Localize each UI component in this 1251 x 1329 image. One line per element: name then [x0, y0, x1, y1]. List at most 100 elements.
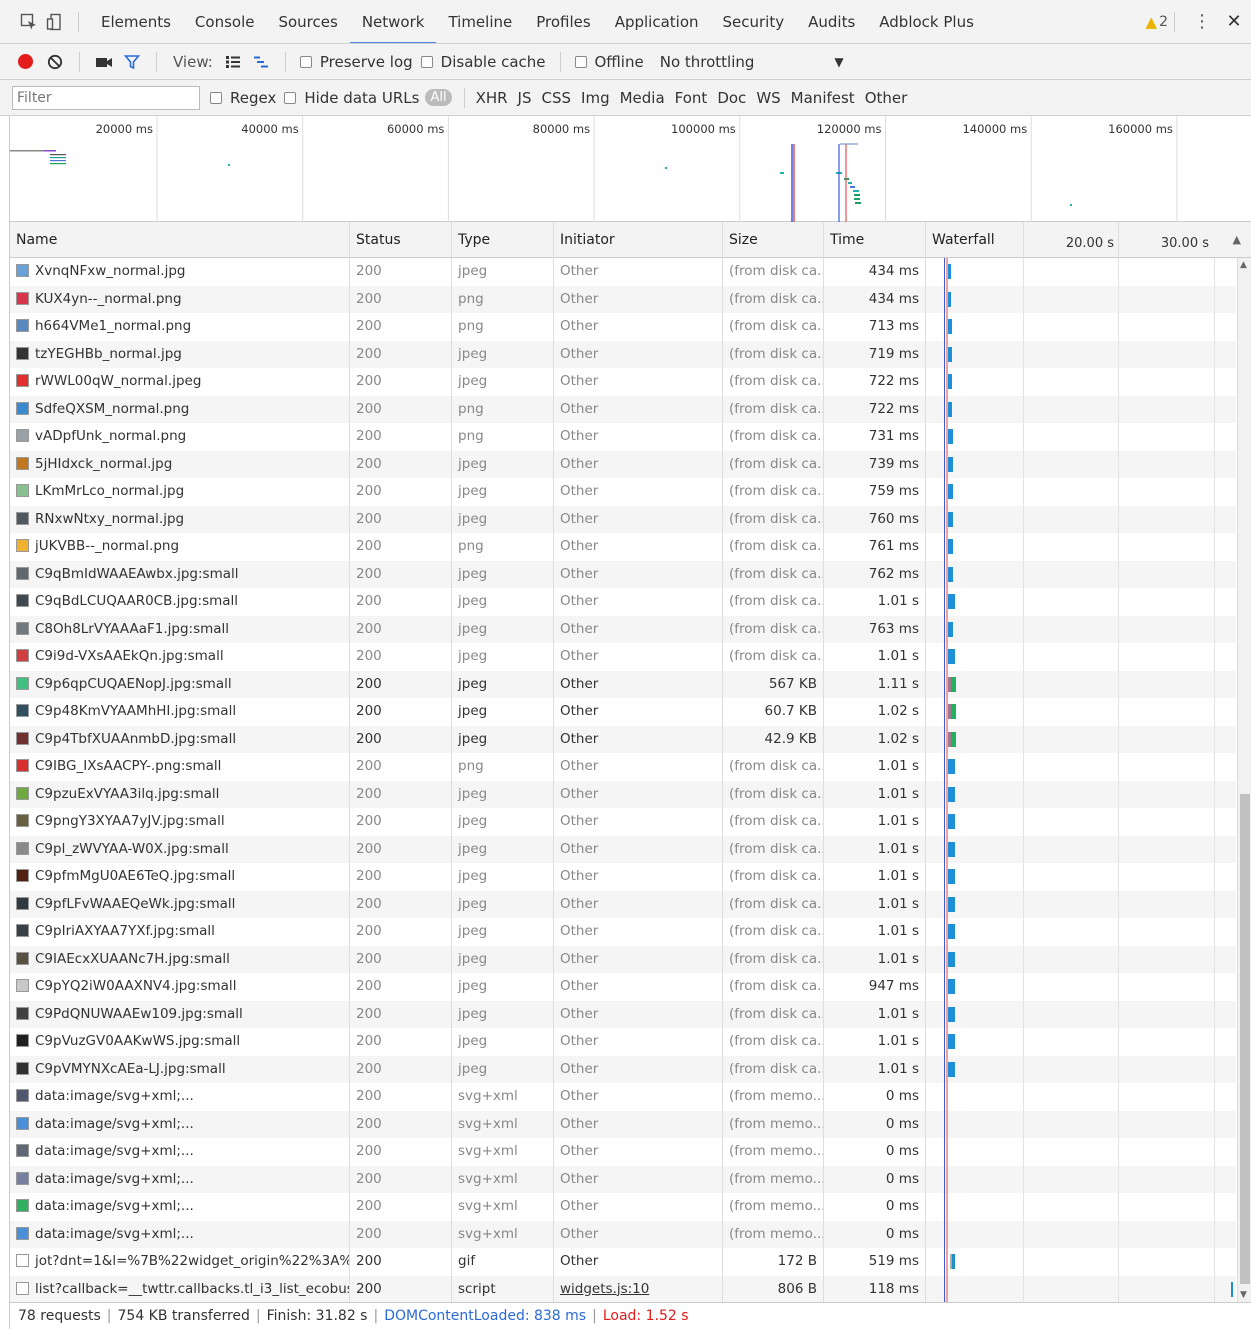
filter-type-media[interactable]: Media	[620, 89, 665, 107]
column-header-name[interactable]: Name	[10, 222, 350, 258]
checkbox-box[interactable]	[210, 91, 222, 104]
cell-name[interactable]: C9pfLFvWAAEQeWk.jpg:small	[10, 890, 350, 918]
filter-type-manifest[interactable]: Manifest	[791, 89, 855, 107]
tab-timeline[interactable]: Timeline	[436, 0, 524, 43]
cell-name[interactable]: C9pVMYNXcAEa-LJ.jpg:small	[10, 1055, 350, 1083]
cell-name[interactable]: C9pVuzGV0AAKwWS.jpg:small	[10, 1028, 350, 1056]
cell-name[interactable]: C9qBmIdWAAEAwbx.jpg:small	[10, 560, 350, 588]
tab-application[interactable]: Application	[603, 0, 711, 43]
tab-profiles[interactable]: Profiles	[524, 0, 602, 43]
cell-name[interactable]: data:image/svg+xml;...	[10, 1193, 350, 1221]
table-row[interactable]: C9pl_zWVYAA-W0X.jpg:small 200 jpeg Other (fr…	[10, 835, 1236, 863]
cell-name[interactable]: C9IBG_IXsAACPY-.png:small	[10, 753, 350, 781]
cell-name[interactable]: C9pYQ2iW0AAXNV4.jpg:small	[10, 973, 350, 1001]
table-row[interactable]: C9pYQ2iW0AAXNV4.jpg:small 200 jpeg Other (fr…	[10, 973, 1236, 1001]
table-row[interactable]: KUX4yn--_normal.png 200 png Other (from disk…	[10, 285, 1236, 313]
column-header-size[interactable]: Size	[723, 222, 824, 258]
tab-adblock-plus[interactable]: Adblock Plus	[867, 0, 986, 43]
cell-initiator[interactable]: widgets.js:10	[554, 1275, 723, 1302]
cell-name[interactable]: C9qBdLCUQAAR0CB.jpg:small	[10, 588, 350, 616]
more-options-icon[interactable]: ⋮	[1187, 11, 1217, 32]
throttling-select[interactable]: No throttling ▼	[660, 53, 844, 71]
cell-name[interactable]: jUKVBB--_normal.png	[10, 533, 350, 561]
cell-name[interactable]: C9pl_zWVYAA-W0X.jpg:small	[10, 835, 350, 863]
table-row[interactable]: data:image/svg+xml;... 200 svg+xml Other (fr…	[10, 1083, 1236, 1111]
cell-name[interactable]: data:image/svg+xml;...	[10, 1083, 350, 1111]
cell-name[interactable]: jot?dnt=1&l=%7B%22widget_origin%22%3A%..…	[10, 1248, 350, 1276]
table-row[interactable]: tzYEGHBb_normal.jpg 200 jpeg Other (from dis…	[10, 340, 1236, 368]
screenshot-camera-icon[interactable]	[90, 48, 118, 76]
table-row[interactable]: data:image/svg+xml;... 200 svg+xml Other (fr…	[10, 1110, 1236, 1138]
checkbox-box[interactable]	[574, 55, 587, 68]
cell-name[interactable]: vADpfUnk_normal.png	[10, 423, 350, 451]
table-row[interactable]: jUKVBB--_normal.png 200 png Other (from disk…	[10, 533, 1236, 561]
waterfall-view-icon[interactable]	[247, 48, 275, 76]
list-view-icon[interactable]	[219, 48, 247, 76]
table-row[interactable]: C9qBmIdWAAEAwbx.jpg:small 200 jpeg Other (fr…	[10, 560, 1236, 588]
table-row[interactable]: C9pfmMgU0AE6TeQ.jpg:small 200 jpeg Other (fr…	[10, 863, 1236, 891]
cell-name[interactable]: C9pIriAXYAA7YXf.jpg:small	[10, 918, 350, 946]
table-row[interactable]: RNxwNtxy_normal.jpg 200 jpeg Other (from dis…	[10, 505, 1236, 533]
cell-name[interactable]: data:image/svg+xml;...	[10, 1165, 350, 1193]
table-row[interactable]: C9pfLFvWAAEQeWk.jpg:small 200 jpeg Other (fr…	[10, 890, 1236, 918]
table-row[interactable]: data:image/svg+xml;... 200 svg+xml Other (fr…	[10, 1220, 1236, 1248]
filter-type-xhr[interactable]: XHR	[476, 89, 508, 107]
tab-network[interactable]: Network	[349, 0, 437, 43]
network-overview[interactable]: 20000 ms 40000 ms 60000 ms 80000 ms 100000 m…	[10, 116, 1251, 222]
inspect-element-icon[interactable]	[16, 9, 42, 35]
clear-icon[interactable]	[41, 48, 69, 76]
column-header-status[interactable]: Status	[350, 222, 452, 258]
filter-type-css[interactable]: CSS	[542, 89, 572, 107]
cell-name[interactable]: C9p4TbfXUAAnmbD.jpg:small	[10, 725, 350, 753]
filter-type-other[interactable]: Other	[865, 89, 908, 107]
table-row[interactable]: C9pVuzGV0AAKwWS.jpg:small 200 jpeg Other (fr…	[10, 1028, 1236, 1056]
column-header-time[interactable]: Time	[824, 222, 926, 258]
column-header-type[interactable]: Type	[452, 222, 554, 258]
cell-name[interactable]: RNxwNtxy_normal.jpg	[10, 505, 350, 533]
cell-name[interactable]: h664VMe1_normal.png	[10, 313, 350, 341]
tab-security[interactable]: Security	[711, 0, 797, 43]
cell-name[interactable]: SdfeQXSM_normal.png	[10, 395, 350, 423]
cell-name[interactable]: data:image/svg+xml;...	[10, 1138, 350, 1166]
table-row[interactable]: C9p4TbfXUAAnmbD.jpg:small 200 jpeg Other 42.…	[10, 725, 1236, 753]
tab-sources[interactable]: Sources	[266, 0, 349, 43]
filter-funnel-icon[interactable]	[118, 48, 146, 76]
table-row[interactable]: XvnqNFxw_normal.jpg 200 jpeg Other (from dis…	[10, 258, 1236, 286]
table-row[interactable]: C9p6qpCUQAENopJ.jpg:small 200 jpeg Other 567…	[10, 670, 1236, 698]
cell-name[interactable]: list?callback=__twttr.callbacks.tl_i3_li…	[10, 1275, 350, 1302]
filter-type-doc[interactable]: Doc	[717, 89, 746, 107]
offline-checkbox[interactable]: Offline	[571, 53, 644, 71]
cell-name[interactable]: rWWL00qW_normal.jpeg	[10, 368, 350, 396]
disable-cache-checkbox[interactable]: Disable cache	[417, 53, 546, 71]
table-row[interactable]: C9PdQNUWAAEw109.jpg:small 200 jpeg Other (fr…	[10, 1000, 1236, 1028]
table-row[interactable]: rWWL00qW_normal.jpeg 200 jpeg Other (from di…	[10, 368, 1236, 396]
warning-counter[interactable]: ▲ 2	[1146, 11, 1187, 32]
tab-elements[interactable]: Elements	[89, 0, 183, 43]
table-row[interactable]: h664VMe1_normal.png 200 png Other (from disk…	[10, 313, 1236, 341]
cell-name[interactable]: C9i9d-VXsAAEkQn.jpg:small	[10, 643, 350, 671]
overview-graph[interactable]: 20000 ms 40000 ms 60000 ms 80000 ms 100000 m…	[10, 116, 1251, 222]
table-row[interactable]: C9pzuExVYAA3ilq.jpg:small 200 jpeg Other (fr…	[10, 780, 1236, 808]
table-row[interactable]: C9pVMYNXcAEa-LJ.jpg:small 200 jpeg Other (fr…	[10, 1055, 1236, 1083]
filter-type-img[interactable]: Img	[581, 89, 610, 107]
cell-name[interactable]: 5jHIdxck_normal.jpg	[10, 450, 350, 478]
filter-type-ws[interactable]: WS	[756, 89, 780, 107]
checkbox-box[interactable]	[299, 55, 312, 68]
regex-checkbox[interactable]: Regex	[206, 89, 276, 107]
device-mode-icon[interactable]	[42, 9, 68, 35]
cell-name[interactable]: data:image/svg+xml;...	[10, 1220, 350, 1248]
table-row[interactable]: C9pIriAXYAA7YXf.jpg:small 200 jpeg Other (fr…	[10, 918, 1236, 946]
checkbox-box[interactable]	[284, 91, 297, 104]
table-row[interactable]: C9i9d-VXsAAEkQn.jpg:small 200 jpeg Other (fr…	[10, 643, 1236, 671]
preserve-log-checkbox[interactable]: Preserve log	[296, 53, 413, 71]
cell-name[interactable]: LKmMrLco_normal.jpg	[10, 478, 350, 506]
cell-name[interactable]: C9p48KmVYAAMhHI.jpg:small	[10, 698, 350, 726]
table-row[interactable]: data:image/svg+xml;... 200 svg+xml Other (fr…	[10, 1165, 1236, 1193]
cell-name[interactable]: tzYEGHBb_normal.jpg	[10, 340, 350, 368]
table-row[interactable]: C9qBdLCUQAAR0CB.jpg:small 200 jpeg Other (fr…	[10, 588, 1236, 616]
table-row[interactable]: jot?dnt=1&l=%7B%22widget_origin%22%3A%..…	[10, 1248, 1236, 1276]
tab-audits[interactable]: Audits	[796, 0, 867, 43]
cell-name[interactable]: XvnqNFxw_normal.jpg	[10, 258, 350, 286]
column-header-initiator[interactable]: Initiator	[554, 222, 723, 258]
table-row[interactable]: vADpfUnk_normal.png 200 png Other (from disk…	[10, 423, 1236, 451]
